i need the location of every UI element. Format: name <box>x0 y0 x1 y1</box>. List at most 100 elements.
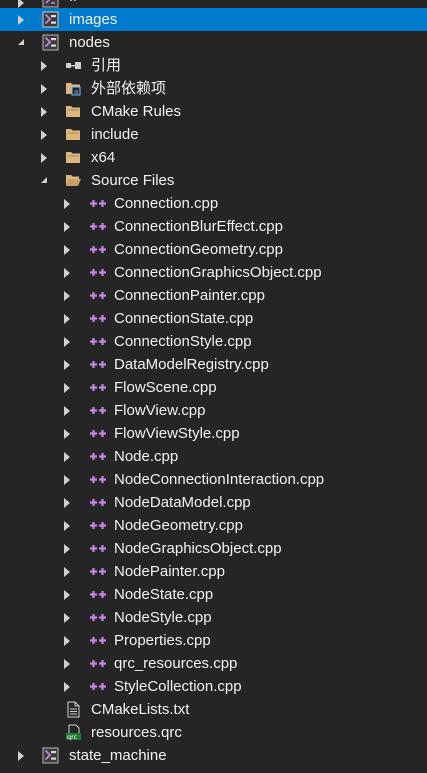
tree-item-include[interactable]: include <box>0 123 427 146</box>
tree-item-label: 外部依赖项 <box>91 80 167 97</box>
tree-item-source-file[interactable]: ConnectionStyle.cpp <box>0 330 427 353</box>
cpp-file-icon <box>88 356 106 373</box>
collapsed-caret-icon[interactable] <box>39 77 49 100</box>
tree-item-source-file[interactable]: Node.cpp <box>0 445 427 468</box>
collapsed-caret-icon[interactable] <box>62 537 72 560</box>
tree-item-label: ConnectionGraphicsObject.cpp <box>114 264 322 281</box>
collapsed-caret-icon[interactable] <box>62 606 72 629</box>
tree-item-source-file[interactable]: DataModelRegistry.cpp <box>0 353 427 376</box>
tree-item-state-machine[interactable]: state_machine <box>0 744 427 767</box>
tree-item-source-files[interactable]: Source Files <box>0 169 427 192</box>
tree-item-label: ConnectionState.cpp <box>114 310 254 327</box>
cpp-file-icon <box>88 425 106 442</box>
collapsed-caret-icon[interactable] <box>62 284 72 307</box>
tree-item-label: NodeGraphicsObject.cpp <box>114 540 282 557</box>
qrc-file-icon: qrc <box>65 724 82 741</box>
tree-item-source-file[interactable]: ConnectionGeometry.cpp <box>0 238 427 261</box>
tree-item-source-file[interactable]: StyleCollection.cpp <box>0 675 427 698</box>
tree-item-references[interactable]: 引用 <box>0 54 427 77</box>
collapsed-caret-icon[interactable] <box>62 675 72 698</box>
tree-item-source-file[interactable]: Connection.cpp <box>0 192 427 215</box>
tree-item-source-file[interactable]: NodeConnectionInteraction.cpp <box>0 468 427 491</box>
tree-item-source-file[interactable]: Properties.cpp <box>0 629 427 652</box>
tree-item-x64[interactable]: x64 <box>0 146 427 169</box>
collapsed-caret-icon[interactable] <box>39 123 49 146</box>
project-icon <box>42 11 59 28</box>
tree-item-label: qrc_resources.cpp <box>114 655 238 672</box>
tree-item-label: FlowViewStyle.cpp <box>114 425 240 442</box>
tree-item-source-file[interactable]: NodeStyle.cpp <box>0 606 427 629</box>
collapsed-caret-icon[interactable] <box>62 399 72 422</box>
tree-item-source-file[interactable]: ConnectionState.cpp <box>0 307 427 330</box>
collapsed-caret-icon[interactable] <box>62 652 72 675</box>
project-icon <box>42 34 59 51</box>
collapsed-caret-icon[interactable] <box>62 629 72 652</box>
collapsed-caret-icon[interactable] <box>39 54 49 77</box>
collapsed-caret-icon[interactable] <box>62 261 72 284</box>
cpp-file-icon <box>88 517 106 534</box>
tree-item-resources-qrc[interactable]: qrc resources.qrc <box>0 721 427 744</box>
tree-item-label: ConnectionPainter.cpp <box>114 287 265 304</box>
collapsed-caret-icon[interactable] <box>62 560 72 583</box>
collapsed-caret-icon[interactable] <box>62 238 72 261</box>
tree-item-label: NodePainter.cpp <box>114 563 225 580</box>
tree-item-source-file[interactable]: NodeState.cpp <box>0 583 427 606</box>
cpp-file-icon <box>88 195 106 212</box>
text-file-icon <box>65 701 82 718</box>
collapsed-caret-icon[interactable] <box>62 491 72 514</box>
source-files-list: Connection.cpp ConnectionBlurEffect.cpp Co… <box>0 192 427 698</box>
collapsed-caret-icon[interactable] <box>62 192 72 215</box>
tree-item-cmakelists[interactable]: CMakeLists.txt <box>0 698 427 721</box>
cpp-file-icon <box>88 379 106 396</box>
cpp-file-icon <box>88 402 106 419</box>
collapsed-caret-icon[interactable] <box>39 146 49 169</box>
svg-text:a: a <box>74 88 78 96</box>
tree-item-source-file[interactable]: NodeGraphicsObject.cpp <box>0 537 427 560</box>
tree-item-source-file[interactable]: qrc_resources.cpp <box>0 652 427 675</box>
collapsed-caret-icon[interactable] <box>16 0 26 8</box>
expanded-caret-icon[interactable] <box>39 169 49 192</box>
collapsed-caret-icon[interactable] <box>62 215 72 238</box>
tree-item-source-file[interactable]: FlowScene.cpp <box>0 376 427 399</box>
tree-item-source-file[interactable]: FlowViewStyle.cpp <box>0 422 427 445</box>
collapsed-caret-icon[interactable] <box>62 422 72 445</box>
tree-item-label: StyleCollection.cpp <box>114 678 242 695</box>
tree-item-source-file[interactable]: ConnectionBlurEffect.cpp <box>0 215 427 238</box>
cpp-file-icon <box>88 586 106 603</box>
tree-item-images[interactable]: images <box>0 8 427 31</box>
cpp-file-icon <box>88 448 106 465</box>
tree-item-source-file[interactable]: NodePainter.cpp <box>0 560 427 583</box>
tree-item-cmake-rules[interactable]: CMake Rules <box>0 100 427 123</box>
tree-item-source-file[interactable]: ConnectionGraphicsObject.cpp <box>0 261 427 284</box>
tree-item-label: CMakeLists.txt <box>91 701 190 718</box>
tree-item-ff[interactable]: ff <box>0 0 427 8</box>
collapsed-caret-icon[interactable] <box>62 330 72 353</box>
collapsed-caret-icon[interactable] <box>62 376 72 399</box>
collapsed-caret-icon[interactable] <box>62 445 72 468</box>
collapsed-caret-icon[interactable] <box>39 100 49 123</box>
tree-item-source-file[interactable]: ConnectionPainter.cpp <box>0 284 427 307</box>
collapsed-caret-icon[interactable] <box>16 744 26 767</box>
folder-icon <box>65 103 82 120</box>
tree-item-label: ConnectionBlurEffect.cpp <box>114 218 283 235</box>
tree-item-external-dependencies[interactable]: a 外部依赖项 <box>0 77 427 100</box>
tree-item-source-file[interactable]: FlowView.cpp <box>0 399 427 422</box>
tree-item-nodes[interactable]: nodes <box>0 31 427 54</box>
cpp-file-icon <box>88 609 106 626</box>
collapsed-caret-icon[interactable] <box>62 307 72 330</box>
tree-item-label: Connection.cpp <box>114 195 219 212</box>
cpp-file-icon <box>88 241 106 258</box>
cpp-file-icon <box>88 333 106 350</box>
tree-item-source-file[interactable]: NodeGeometry.cpp <box>0 514 427 537</box>
collapsed-caret-icon[interactable] <box>62 353 72 376</box>
cpp-file-icon <box>88 540 106 557</box>
collapsed-caret-icon[interactable] <box>62 514 72 537</box>
cpp-file-icon <box>88 563 106 580</box>
collapsed-caret-icon[interactable] <box>16 8 26 31</box>
tree-item-label: ff <box>69 0 77 8</box>
tree-item-source-file[interactable]: NodeDataModel.cpp <box>0 491 427 514</box>
collapsed-caret-icon[interactable] <box>62 468 72 491</box>
tree-item-label: NodeStyle.cpp <box>114 609 212 626</box>
collapsed-caret-icon[interactable] <box>62 583 72 606</box>
expanded-caret-icon[interactable] <box>16 31 26 54</box>
